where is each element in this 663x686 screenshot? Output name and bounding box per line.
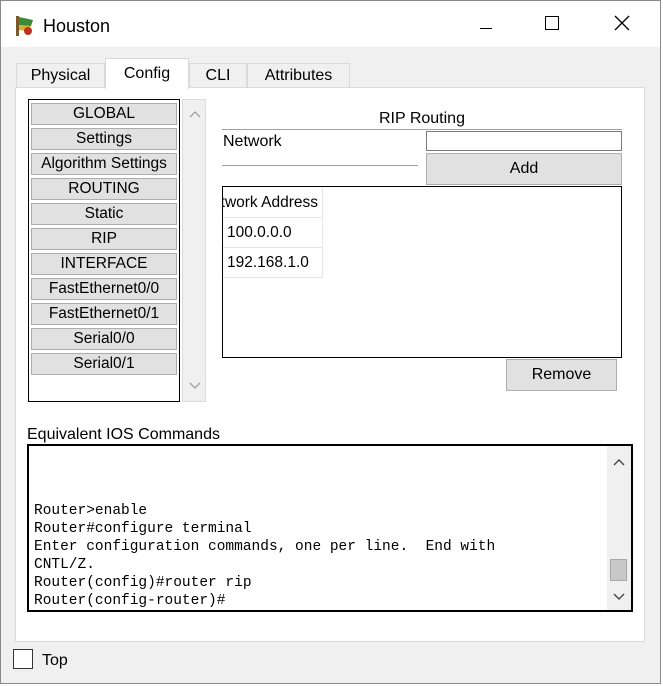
network-label: Network	[223, 133, 282, 150]
chevron-up-icon[interactable]	[187, 106, 203, 122]
nav-item-serial0-1[interactable]: Serial0/1	[31, 353, 177, 375]
nav-item-fastethernet0-1[interactable]: FastEthernet0/1	[31, 303, 177, 325]
console-line: Router(config)#router rip	[34, 575, 252, 591]
ios-commands-console[interactable]: Router>enable Router#configure terminal …	[27, 444, 633, 612]
console-line: Router(config-router)#	[34, 593, 226, 609]
nav-item-fastethernet0-0[interactable]: FastEthernet0/0	[31, 278, 177, 300]
remove-network-button[interactable]: Remove	[506, 359, 617, 391]
console-scroll-thumb[interactable]	[610, 559, 627, 581]
minimize-button[interactable]	[463, 9, 509, 41]
tab-config[interactable]: Config	[105, 58, 189, 89]
rip-title-divider	[222, 129, 622, 130]
table-header-network-address[interactable]: Network Address	[223, 188, 323, 218]
maximize-button[interactable]	[529, 9, 575, 41]
config-nav-list[interactable]: GLOBAL Settings Algorithm Settings ROUTI…	[28, 99, 180, 402]
table-row[interactable]: 100.0.0.0	[223, 218, 323, 248]
tab-physical[interactable]: Physical	[16, 63, 105, 88]
nav-item-interface[interactable]: INTERFACE	[31, 253, 177, 275]
title-bar: Houston	[1, 1, 660, 47]
nav-item-serial0-0[interactable]: Serial0/0	[31, 328, 177, 350]
nav-scrollbar[interactable]	[182, 99, 206, 402]
network-input[interactable]	[426, 131, 622, 151]
chevron-down-icon[interactable]	[611, 589, 627, 605]
add-network-button[interactable]: Add	[426, 153, 622, 185]
console-scrollbar[interactable]	[607, 446, 631, 610]
close-icon	[614, 15, 630, 35]
top-checkbox[interactable]	[13, 649, 33, 669]
tab-attributes[interactable]: Attributes	[247, 63, 350, 88]
config-panel: GLOBAL Settings Algorithm Settings ROUTI…	[15, 87, 645, 642]
maximize-icon	[545, 16, 559, 34]
tab-cli[interactable]: CLI	[189, 63, 247, 88]
nav-item-rip[interactable]: RIP	[31, 228, 177, 250]
rip-routing-title: RIP Routing	[379, 110, 465, 127]
minimize-icon	[480, 17, 492, 34]
chevron-up-icon[interactable]	[611, 454, 627, 470]
router-device-icon	[13, 14, 37, 38]
chevron-down-icon[interactable]	[187, 378, 203, 394]
network-address-table: Network Address 100.0.0.0 192.168.1.0	[222, 186, 622, 358]
ios-commands-label: Equivalent IOS Commands	[27, 426, 220, 443]
nav-item-static[interactable]: Static	[31, 203, 177, 225]
network-label-divider	[222, 165, 418, 166]
nav-item-global[interactable]: GLOBAL	[31, 103, 177, 125]
close-button[interactable]	[599, 9, 645, 41]
window-title: Houston	[43, 16, 111, 36]
nav-item-algorithm-settings[interactable]: Algorithm Settings	[31, 153, 177, 175]
table-row[interactable]: 192.168.1.0	[223, 248, 323, 278]
nav-item-settings[interactable]: Settings	[31, 128, 177, 150]
console-line: CNTL/Z.	[34, 557, 95, 573]
nav-item-routing[interactable]: ROUTING	[31, 178, 177, 200]
console-output: Router>enable Router#configure terminal …	[34, 502, 604, 610]
router-config-window: Houston Physical Config CLI Attributes G…	[0, 0, 661, 684]
console-line: Router>enable	[34, 503, 148, 519]
console-line: Enter configuration commands, one per li…	[34, 539, 496, 555]
top-checkbox-label[interactable]: Top	[42, 652, 68, 670]
console-line: Router#configure terminal	[34, 521, 252, 537]
